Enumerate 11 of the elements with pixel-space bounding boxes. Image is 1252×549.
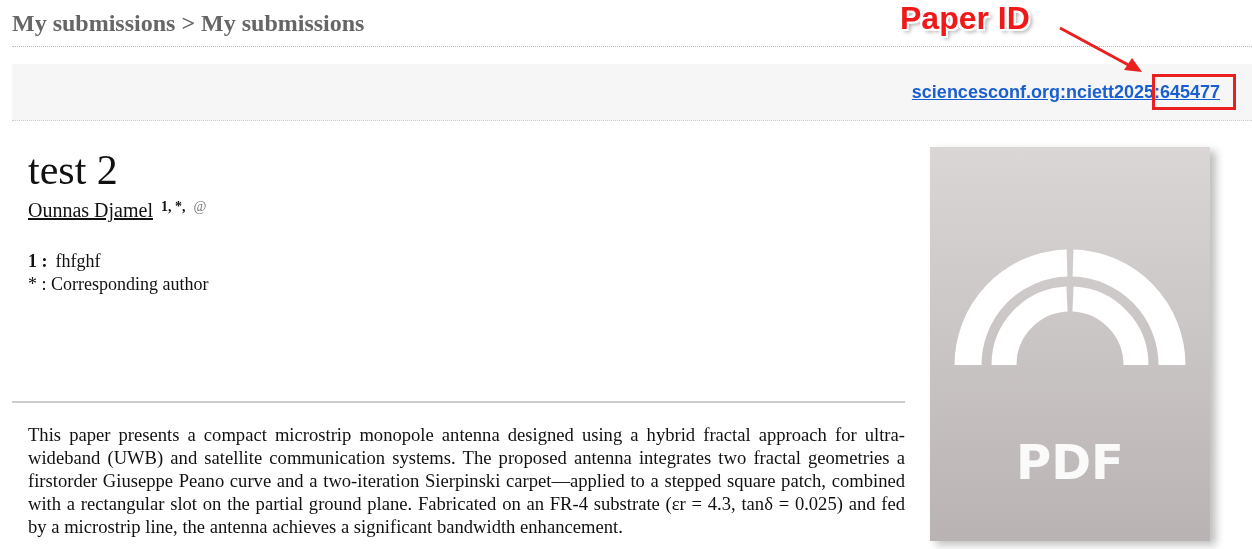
annotation-label: Paper ID [900,0,1030,37]
author-marks: 1, *, [161,199,186,215]
corresponding-note: * : Corresponding author [28,273,210,296]
contact-link[interactable]: @ [193,199,207,215]
file-format-label: PDF [1016,437,1124,487]
affiliation-number: 1 : [28,250,48,273]
paper-title: test 2 [28,147,119,193]
abstract-text: This paper presents a compact microstrip monopole antenna designed using a hybrid fractal approach for ultra-wideband (UWB) and satellite communication systems. The proposed antenna integrates two fractal geometries a firstorder Giuseppe Peano curve and a two-iteration Sierpinski carpet—applied to a stepped square patch, combined with a rectangular slot on the partial ground plane. Fabricated on an FR-4 substrate (εr = 4.3, tanδ = 0.025) and fed by a microstrip line, the antenna achieves a significant bandwidth enhancement. [27,423,905,538]
author-link[interactable]: Ounnas Djamel [28,199,153,222]
breadcrumb: My submissions > My submissions [12,9,365,37]
affiliation-text: fhfghf [55,250,101,273]
